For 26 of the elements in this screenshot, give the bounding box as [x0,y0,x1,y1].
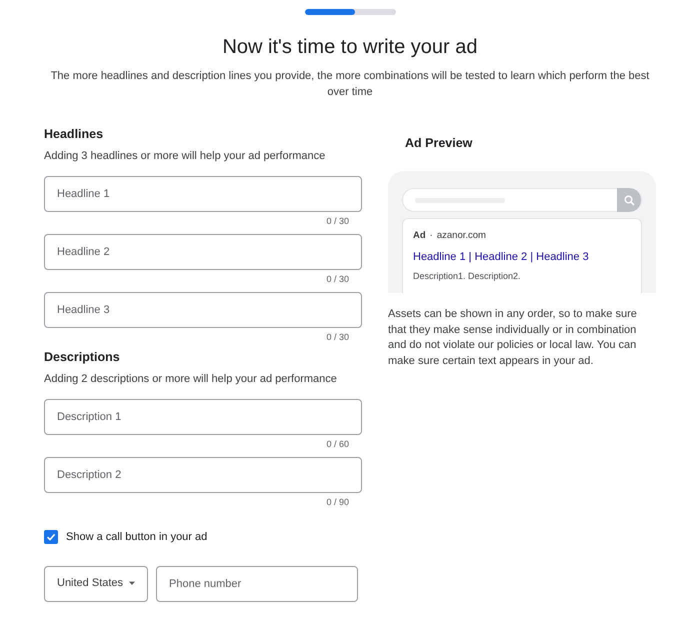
preview-note: Assets can be shown in any order, so to make sure that they make sense individually or in combination and do not violate our policies or local law. You can make sure certain text appears in your ad. [388,307,638,368]
preview-heading: Ad Preview [405,135,474,151]
character-counter: 0 / 30 [325,273,349,285]
section-heading: Descriptions [44,349,121,365]
character-counter: 0 / 90 [325,496,349,508]
section-hint: Adding 2 descriptions or more will help your ad performance [44,372,338,386]
character-counter: 0 / 60 [325,438,349,450]
character-counter: 0 / 30 [325,331,349,343]
checkbox-label: Show a call button in your ad [66,530,208,545]
ad-label: Ad [413,229,426,243]
text-field[interactable]: Headline 3 [44,292,362,328]
ad-domain: azanor.com [436,229,486,243]
phone-field[interactable]: Phone number [156,566,358,602]
page-subtitle: The more headlines and description lines you provide, the more combinations will be tested to learn which perform the best over time [50,69,650,100]
section-heading: Headlines [44,126,104,142]
text-field[interactable]: Headline 1 [44,176,362,212]
section-hint: Adding 3 headlines or more will help your ad performance [44,149,326,163]
character-counter: 0 / 30 [325,215,349,227]
page-title: Now it's time to write your ad [221,35,478,60]
ad-headline: Headline 1 | Headline 2 | Headline 3 [413,250,590,266]
text-field[interactable]: Headline 2 [44,234,362,270]
ad-description: Description1. Description2. [413,270,522,283]
text-field[interactable]: Description 1 [44,399,362,435]
text-field[interactable]: Description 2 [44,457,362,493]
country-dropdown[interactable]: United States [44,566,148,602]
separator-dot: · [430,229,433,243]
